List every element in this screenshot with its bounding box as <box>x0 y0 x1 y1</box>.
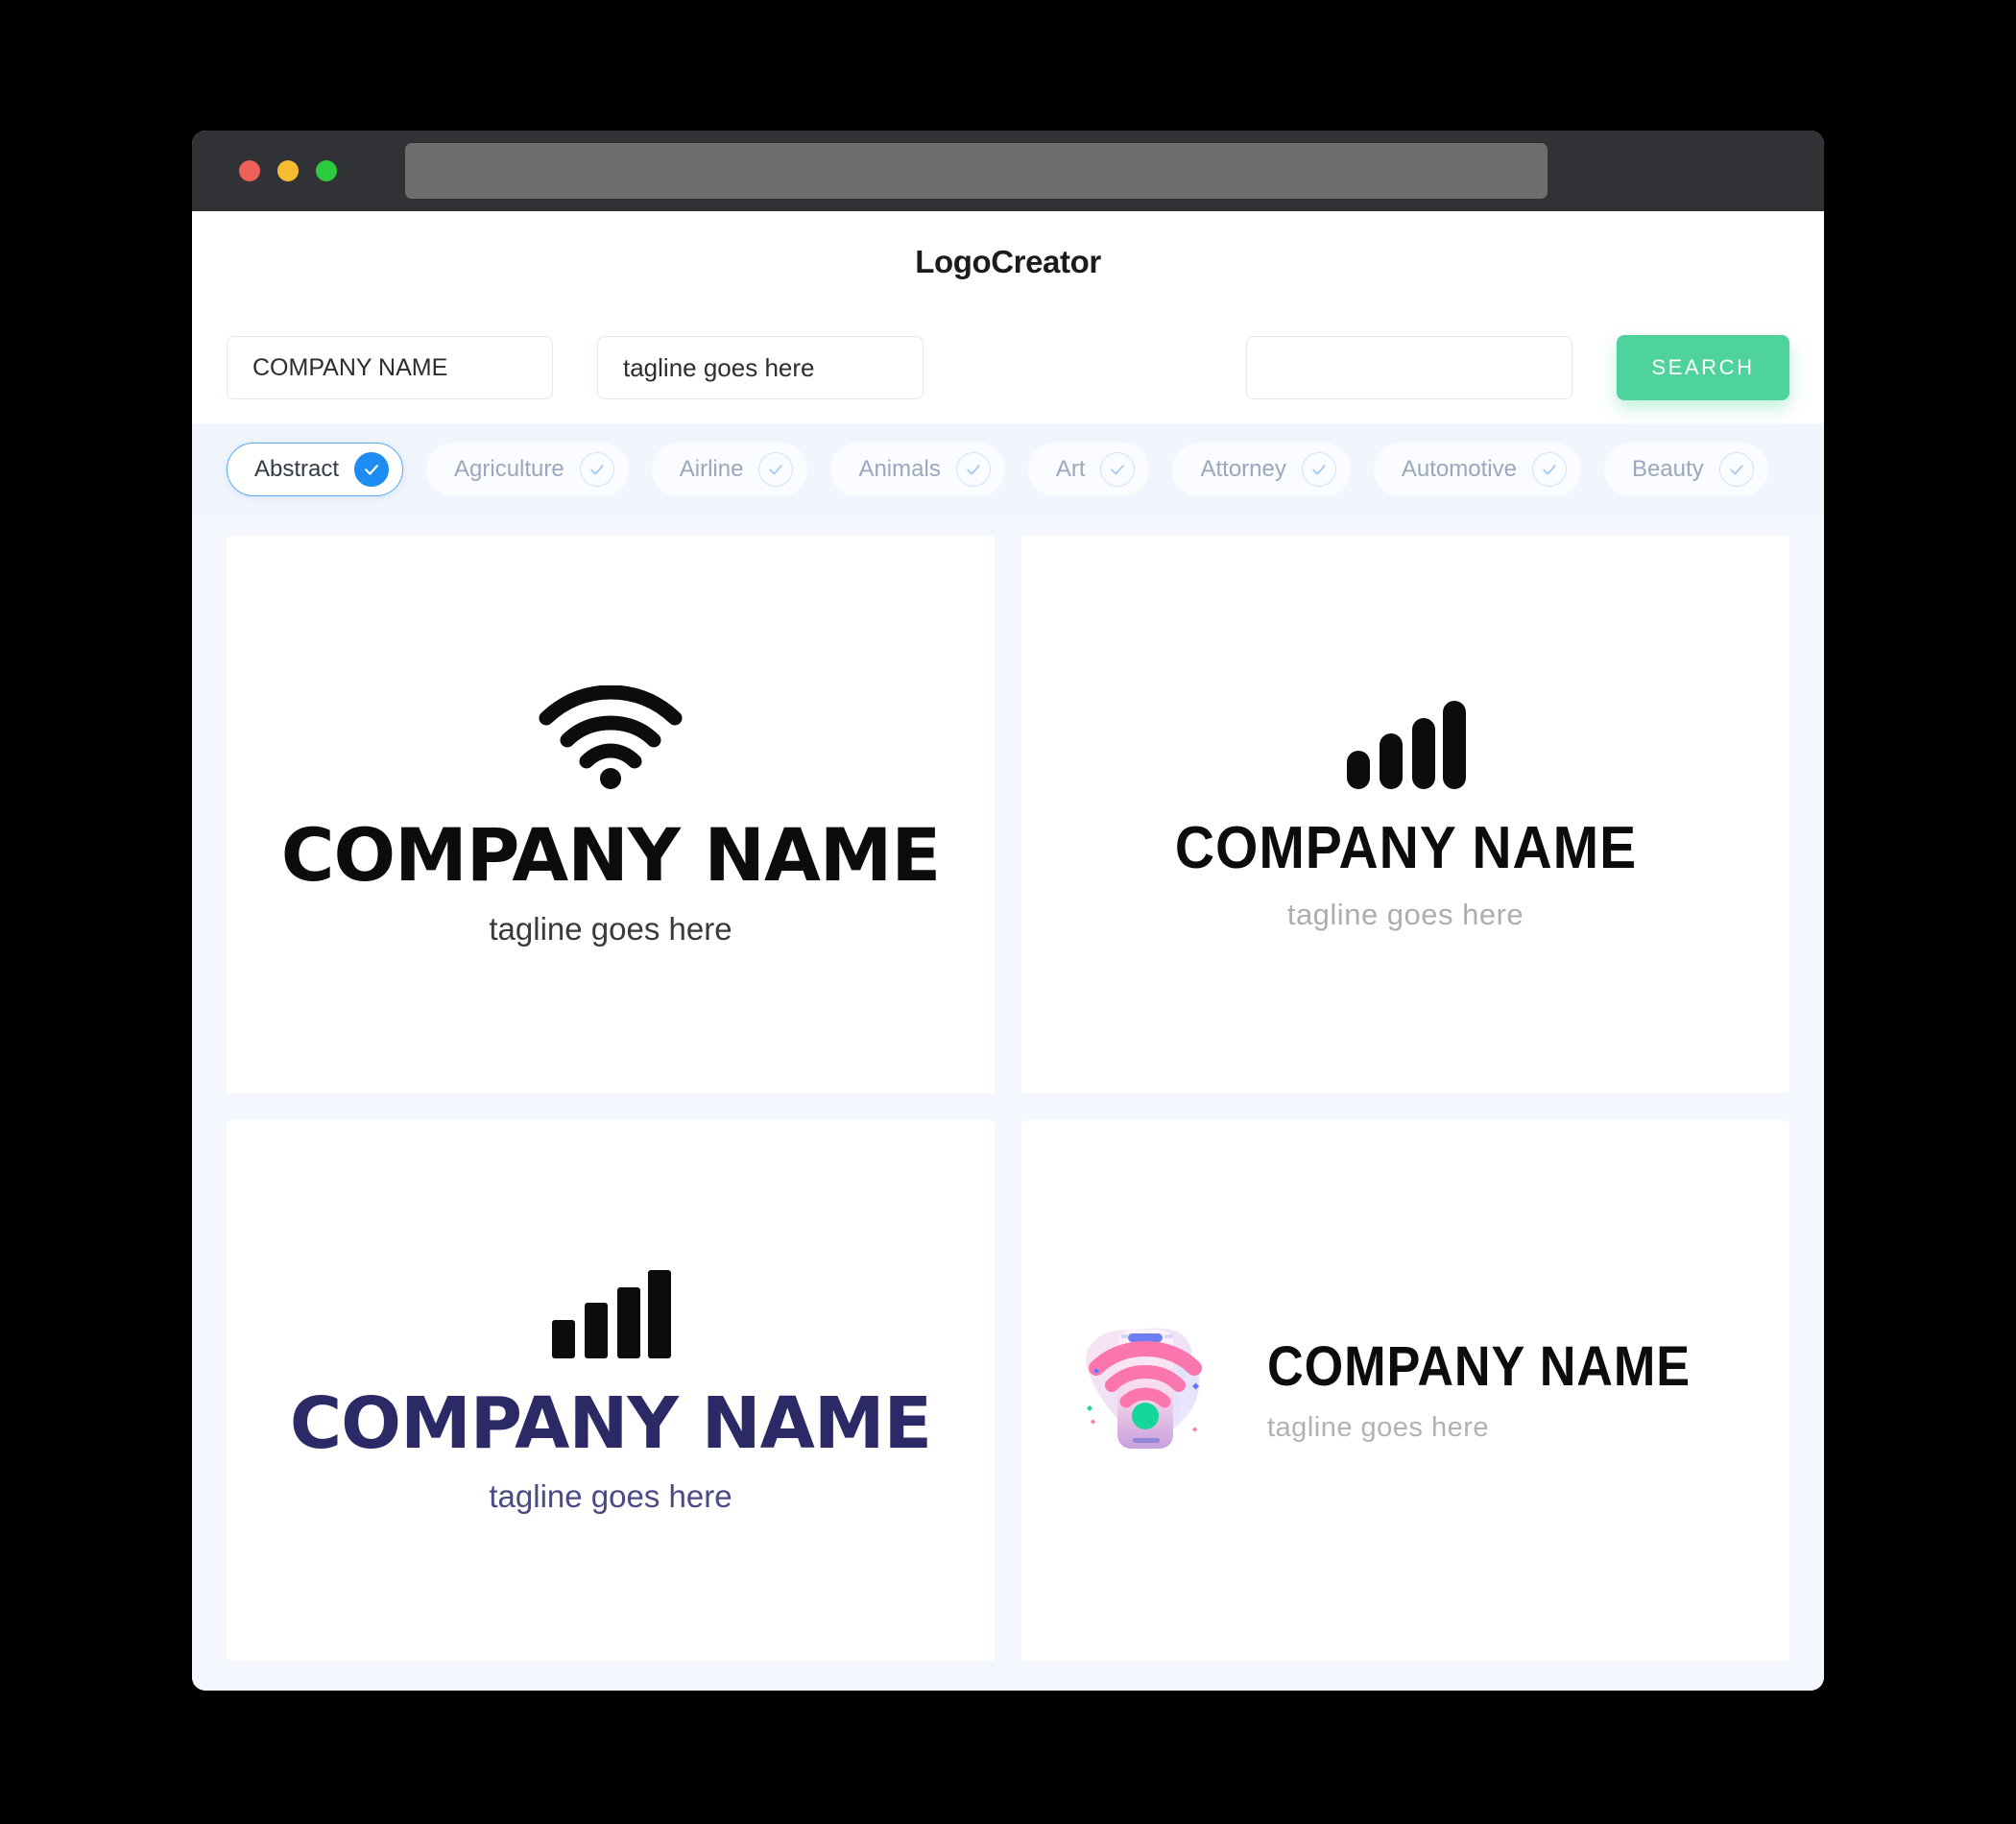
category-chip-beauty[interactable]: Beauty <box>1603 442 1768 496</box>
logo-company-name: COMPANY NAME <box>1174 814 1637 881</box>
check-icon <box>1100 451 1136 487</box>
category-chip-label: Art <box>1055 455 1086 482</box>
check-icon <box>579 451 614 487</box>
wifi-icon <box>539 684 683 794</box>
keyword-input[interactable] <box>1246 336 1572 399</box>
category-chip-label: Airline <box>679 455 744 482</box>
check-icon <box>354 451 390 487</box>
search-button[interactable]: SEARCH <box>1617 335 1789 400</box>
logo-tagline: tagline goes here <box>489 1477 732 1514</box>
logo-card[interactable]: COMPANY NAME tagline goes here <box>1021 1120 1789 1661</box>
category-chip-airline[interactable]: Airline <box>651 442 808 496</box>
app-header: LogoCreator <box>192 211 1824 312</box>
close-window-button[interactable] <box>239 160 260 181</box>
logo-results-grid: COMPANY NAME tagline goes here COMPANY N… <box>192 515 1824 1691</box>
check-icon <box>1531 451 1567 487</box>
phone-wifi-illustration-icon <box>1073 1316 1217 1465</box>
logo-preview: COMPANY NAME tagline goes here <box>1155 700 1657 931</box>
logo-preview: COMPANY NAME tagline goes here <box>289 1269 932 1514</box>
logo-tagline: tagline goes here <box>489 910 732 947</box>
category-chip-label: Agriculture <box>454 455 564 482</box>
signal-bars-square-icon <box>550 1269 671 1363</box>
category-chip-label: Beauty <box>1631 455 1704 482</box>
logo-company-name: COMPANY NAME <box>280 811 942 898</box>
search-toolbar: SEARCH <box>192 312 1824 423</box>
logo-tagline: tagline goes here <box>1267 1412 1489 1443</box>
logo-preview: COMPANY NAME tagline goes here <box>1267 1339 1738 1442</box>
traffic-lights <box>239 160 337 181</box>
category-chip-art[interactable]: Art <box>1027 442 1150 496</box>
tagline-input[interactable] <box>597 336 924 399</box>
category-chip-automotive[interactable]: Automotive <box>1373 442 1581 496</box>
logo-card[interactable]: COMPANY NAME tagline goes here <box>227 536 995 1093</box>
company-name-input[interactable] <box>227 336 553 399</box>
category-chip-animals[interactable]: Animals <box>830 442 1005 496</box>
category-chip-label: Attorney <box>1200 455 1286 482</box>
check-icon <box>955 451 991 487</box>
logo-tagline: tagline goes here <box>1286 897 1524 931</box>
category-chip-label: Animals <box>858 455 941 482</box>
logo-card[interactable]: COMPANY NAME tagline goes here <box>1021 536 1789 1093</box>
browser-titlebar <box>192 131 1824 211</box>
logo-company-name: COMPANY NAME <box>1267 1335 1691 1398</box>
check-icon <box>758 451 794 487</box>
signal-bars-icon <box>1345 700 1466 794</box>
address-bar[interactable] <box>405 143 1548 199</box>
logo-card[interactable]: COMPANY NAME tagline goes here <box>227 1120 995 1661</box>
logo-company-name: COMPANY NAME <box>289 1381 932 1465</box>
check-icon <box>1301 451 1336 487</box>
browser-window: LogoCreator SEARCH Abstract Agriculture … <box>192 131 1824 1691</box>
page-title: LogoCreator <box>915 243 1101 279</box>
category-filter-bar: Abstract Agriculture Airline Animals Art <box>192 423 1824 515</box>
category-chip-attorney[interactable]: Attorney <box>1172 442 1351 496</box>
category-chip-label: Abstract <box>254 455 340 482</box>
category-chip-abstract[interactable]: Abstract <box>227 442 404 496</box>
category-chip-agriculture[interactable]: Agriculture <box>426 442 629 496</box>
logo-preview: COMPANY NAME tagline goes here <box>280 684 942 947</box>
category-chip-label: Automotive <box>1401 455 1517 482</box>
minimize-window-button[interactable] <box>277 160 299 181</box>
maximize-window-button[interactable] <box>316 160 337 181</box>
check-icon <box>1718 451 1754 487</box>
